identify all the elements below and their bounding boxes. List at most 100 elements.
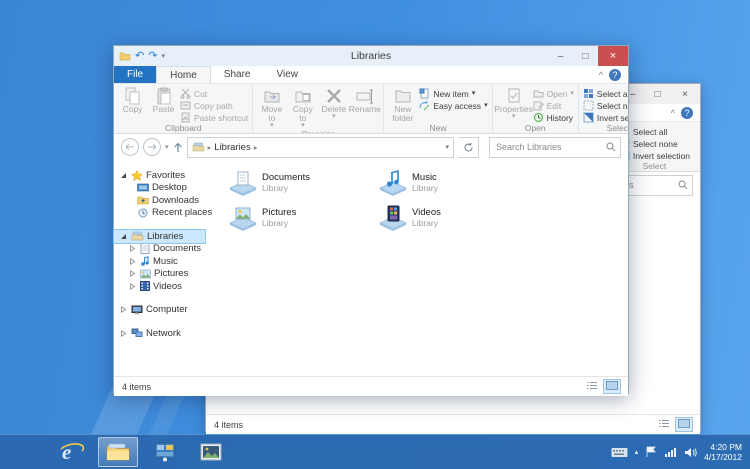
copy-to-button[interactable]: Copy to ▾ — [288, 86, 317, 129]
ribbon-collapse-icon[interactable]: ^ — [599, 70, 603, 80]
copy-path-button[interactable]: Copy path — [180, 100, 248, 111]
undo-icon[interactable]: ↶ — [135, 51, 144, 61]
breadcrumb-separator-icon[interactable]: ▸ — [254, 143, 258, 152]
easy-access-button[interactable]: Easy access ▾ — [419, 100, 487, 111]
up-icon[interactable] — [173, 142, 183, 153]
sidebar-item-recent-places[interactable]: Recent places — [114, 207, 220, 220]
maximize-icon[interactable]: □ — [645, 84, 670, 104]
volume-icon[interactable] — [684, 447, 697, 458]
touch-keyboard-icon[interactable] — [611, 446, 628, 458]
ribbon-group-clipboard: Copy Paste Cut Copy path — [114, 84, 253, 133]
item-type: Library — [262, 183, 310, 193]
pictures-label: Pictures — [154, 268, 188, 279]
sidebar-item-favorites[interactable]: Favorites — [114, 169, 220, 182]
details-view-icon[interactable] — [656, 418, 672, 431]
videos-icon — [140, 281, 150, 291]
invert-selection-label: Invert selection — [597, 113, 628, 123]
thumbnail-view-icon[interactable] — [676, 418, 692, 431]
internet-explorer-icon: e — [58, 440, 84, 464]
help-icon[interactable]: ? — [609, 69, 621, 81]
address-bar[interactable]: ▸ Libraries ▸ ▾ — [187, 137, 454, 158]
desktop[interactable]: – □ × ^ ? Select all — [0, 0, 750, 469]
collapsed-icon[interactable] — [119, 330, 128, 337]
sidebar-item-desktop[interactable]: Desktop — [114, 182, 220, 195]
minimize-icon[interactable]: – — [620, 84, 645, 104]
help-icon[interactable]: ? — [681, 107, 693, 119]
network-icon[interactable] — [664, 447, 677, 458]
collapsed-icon[interactable] — [128, 245, 137, 252]
ribbon-collapse-icon[interactable]: ^ — [671, 108, 675, 118]
delete-button[interactable]: Delete ▾ — [319, 86, 348, 129]
collapsed-icon[interactable] — [119, 306, 128, 313]
new-item-button[interactable]: New item ▾ — [419, 88, 487, 99]
edit-button[interactable]: Edit — [533, 100, 574, 111]
paste-shortcut-button[interactable]: Paste shortcut — [180, 112, 248, 123]
taskbar-photos-app-button[interactable] — [192, 438, 230, 466]
search-box[interactable] — [489, 137, 621, 158]
search-icon[interactable] — [678, 180, 688, 190]
invert-selection-button[interactable]: Invert selection — [583, 112, 628, 123]
select-none-button[interactable]: Select none — [619, 138, 690, 149]
history-button[interactable]: History — [533, 112, 574, 123]
tab-file[interactable]: File — [114, 66, 156, 83]
item-name: Videos — [412, 207, 441, 218]
taskbar-clock[interactable]: 4:20 PM 4/17/2012 — [704, 442, 742, 462]
sidebar-item-pictures[interactable]: Pictures — [114, 268, 220, 281]
sidebar-item-videos[interactable]: Videos — [114, 280, 220, 293]
move-to-label: Move to — [257, 105, 286, 123]
address-dropdown-icon[interactable]: ▾ — [445, 143, 449, 151]
qat-dropdown-icon[interactable]: ▾ — [161, 52, 165, 60]
invert-selection-button[interactable]: Invert selection — [619, 150, 690, 161]
select-all-button[interactable]: Select all — [619, 126, 690, 137]
taskbar-pinned-app-button[interactable] — [146, 438, 184, 466]
tab-share[interactable]: Share — [211, 66, 264, 83]
thumbnail-view-icon[interactable] — [604, 380, 620, 393]
recent-pages-dropdown-icon[interactable]: ▾ — [165, 143, 169, 151]
favorites-label: Favorites — [146, 170, 185, 181]
library-item-music[interactable]: Music Library — [378, 165, 528, 200]
show-hidden-icons-icon[interactable]: ▴ — [635, 448, 639, 456]
search-icon[interactable] — [606, 142, 616, 152]
library-item-documents[interactable]: Documents Library — [228, 165, 378, 200]
action-center-flag-icon[interactable] — [645, 446, 657, 458]
sidebar-item-network[interactable]: Network — [114, 327, 220, 340]
paste-button[interactable]: Paste — [149, 86, 178, 123]
ribbon-group-organize: Move to ▾ Copy to ▾ Delete ▾ — [253, 84, 384, 133]
sidebar-item-downloads[interactable]: Downloads — [114, 194, 220, 207]
expanded-icon[interactable] — [119, 172, 128, 179]
copy-button[interactable]: Copy — [118, 86, 147, 123]
details-view-icon[interactable] — [584, 380, 600, 393]
collapsed-icon[interactable] — [128, 283, 137, 290]
forward-icon[interactable] — [143, 138, 161, 156]
sidebar-item-documents[interactable]: Documents — [114, 243, 220, 256]
new-folder-button[interactable]: New folder — [388, 86, 417, 123]
library-item-pictures[interactable]: Pictures Library — [228, 200, 378, 235]
collapsed-icon[interactable] — [128, 258, 137, 265]
network-icon — [131, 328, 143, 338]
library-item-videos[interactable]: Videos Library — [378, 200, 528, 235]
breadcrumb-libraries[interactable]: Libraries — [214, 142, 250, 153]
rename-button[interactable]: Rename — [350, 86, 379, 129]
refresh-button[interactable] — [458, 137, 479, 158]
tab-home[interactable]: Home — [156, 66, 211, 83]
titlebar[interactable]: ↶ ↷ ▾ Libraries – □ × — [114, 46, 628, 66]
sidebar-item-libraries[interactable]: Libraries — [114, 230, 205, 243]
open-button[interactable]: Open ▾ — [533, 88, 574, 99]
close-icon[interactable]: × — [670, 84, 700, 104]
cut-button[interactable]: Cut — [180, 88, 248, 99]
tab-view[interactable]: View — [264, 66, 312, 83]
taskbar-file-explorer-button[interactable] — [98, 437, 138, 467]
search-input[interactable] — [494, 141, 606, 153]
collapsed-icon[interactable] — [128, 270, 137, 277]
close-icon[interactable]: × — [598, 46, 628, 66]
sidebar-item-music[interactable]: Music — [114, 255, 220, 268]
move-to-button[interactable]: Move to ▾ — [257, 86, 286, 129]
maximize-icon[interactable]: □ — [573, 46, 598, 66]
sidebar-item-computer[interactable]: Computer — [114, 304, 220, 317]
minimize-icon[interactable]: – — [548, 46, 573, 66]
properties-button[interactable]: Properties ▾ — [497, 86, 531, 123]
redo-icon[interactable]: ↷ — [148, 51, 157, 61]
taskbar-internet-explorer-button[interactable]: e — [52, 438, 90, 466]
back-icon[interactable] — [121, 138, 139, 156]
expanded-icon[interactable] — [119, 233, 128, 240]
